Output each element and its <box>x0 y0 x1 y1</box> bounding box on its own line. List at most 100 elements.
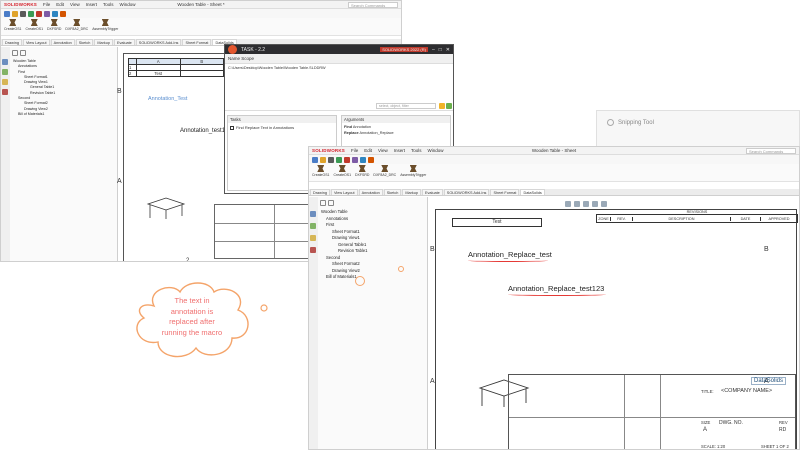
macro-button-4[interactable]: DXF8A2_DRC <box>65 19 88 31</box>
tab-sketch[interactable]: Sketch <box>75 39 94 45</box>
general-table[interactable]: Test <box>452 218 542 227</box>
sum-icon[interactable] <box>360 156 366 163</box>
undo-icon[interactable] <box>36 10 42 17</box>
replace-value[interactable]: Annotation_Replace <box>359 131 393 135</box>
options-icon[interactable] <box>44 10 50 17</box>
options-icon[interactable] <box>352 156 358 163</box>
macro-button-2[interactable]: CreateOS1 <box>26 19 43 31</box>
tab-drawing[interactable]: Drawing <box>2 39 22 45</box>
menu-view[interactable]: View <box>70 2 80 7</box>
tab-addins[interactable]: SOLIDWORKS Add-Ins <box>443 189 490 195</box>
search-commands-input[interactable]: Search Commands <box>746 147 796 154</box>
macro-button-5[interactable]: AssemblyTrigger <box>92 19 118 31</box>
tab-view-layout[interactable]: View Layout <box>330 189 358 195</box>
table-drawing-view[interactable] <box>144 194 188 220</box>
rev-header: ZONE <box>597 216 611 221</box>
menu-insert[interactable]: Insert <box>86 2 97 7</box>
property-tab-icon[interactable] <box>20 50 26 56</box>
config-manager-icon[interactable] <box>2 79 8 85</box>
new-icon[interactable] <box>4 10 10 17</box>
macro-icon[interactable] <box>60 10 66 17</box>
open-icon[interactable] <box>12 10 18 17</box>
property-manager-icon[interactable] <box>310 223 316 229</box>
tab-evaluate[interactable]: Evaluate <box>422 189 443 195</box>
tree-tab-icon[interactable] <box>12 50 18 56</box>
new-icon[interactable] <box>312 156 318 163</box>
drawing-sheet: Test REVISIONS ZONE REV. DESCRIPTION DAT… <box>430 209 798 449</box>
menu-file[interactable]: File <box>351 148 358 153</box>
refresh-icon[interactable] <box>446 102 452 109</box>
rebuild-icon[interactable] <box>336 156 342 163</box>
dim-expert-icon[interactable] <box>2 89 8 95</box>
tab-annotation[interactable]: Annotation <box>50 39 75 45</box>
menu-tools[interactable]: Tools <box>103 2 114 7</box>
close-icon[interactable]: ✕ <box>446 47 450 53</box>
sum-icon[interactable] <box>52 10 58 17</box>
macro-icon[interactable] <box>368 156 374 163</box>
tab-view-layout[interactable]: View Layout <box>22 39 50 45</box>
menu-edit[interactable]: Edit <box>364 148 372 153</box>
menu-file[interactable]: File <box>43 2 50 7</box>
section-view-icon[interactable] <box>592 201 598 207</box>
display-style-icon[interactable] <box>601 201 607 207</box>
tab-markup[interactable]: Markup <box>402 189 421 195</box>
save-icon[interactable] <box>20 10 26 17</box>
general-table[interactable]: A B 1 2 Test <box>128 58 224 77</box>
task-item[interactable]: Find Replace Text in Annotations <box>228 123 336 132</box>
macro-button-5[interactable]: AssemblyTrigger <box>400 165 426 177</box>
search-commands-input[interactable]: Search Commands <box>348 1 398 8</box>
zoom-fit-icon[interactable] <box>565 201 571 207</box>
previous-view-icon[interactable] <box>583 201 589 207</box>
property-manager-icon[interactable] <box>2 69 8 75</box>
macro-button-1[interactable]: CreateOS1 <box>4 19 22 31</box>
tab-addins[interactable]: SOLIDWORKS Add-Ins <box>135 39 182 45</box>
filter-input[interactable]: select, object, filter <box>376 102 436 109</box>
row-number: 1 <box>129 65 137 70</box>
macro-button-4[interactable]: DXF8A2_DRC <box>373 165 396 177</box>
annotation-text[interactable]: Annotation_Replace_test123 <box>508 284 604 293</box>
macro-button-3[interactable]: DXFSRD <box>47 19 61 31</box>
dim-expert-icon[interactable] <box>310 247 316 253</box>
scissors-icon <box>607 119 614 126</box>
menu-view[interactable]: View <box>378 148 388 153</box>
zoom-area-icon[interactable] <box>574 201 580 207</box>
open-icon[interactable] <box>320 156 326 163</box>
save-icon[interactable] <box>328 156 334 163</box>
zone-label-a: A <box>117 178 122 185</box>
argument-row: Replace Annotation_Replace <box>344 131 394 135</box>
tree-item[interactable]: Bill of Materials1 <box>13 112 117 117</box>
folder-icon[interactable] <box>439 102 445 109</box>
menu-insert[interactable]: Insert <box>394 148 405 153</box>
macro-button-2[interactable]: CreateOS1 <box>334 165 351 177</box>
property-tab-icon[interactable] <box>328 200 334 206</box>
tree-item[interactable]: Bill of Materials1 <box>321 274 427 281</box>
macro-button-1[interactable]: CreateOS1 <box>312 165 330 177</box>
annotation-text[interactable]: Annotation_Replace_test <box>468 250 552 259</box>
tab-sheet-format[interactable]: Sheet Format <box>490 189 520 195</box>
menu-window[interactable]: Window <box>428 148 444 153</box>
menu-edit[interactable]: Edit <box>56 2 64 7</box>
undo-icon[interactable] <box>344 156 350 163</box>
file-path[interactable]: C:\Users\Desktop\Wooden Table\Wooden Tab… <box>225 64 453 72</box>
rebuild-icon[interactable] <box>28 10 34 17</box>
minimize-icon[interactable]: – <box>432 47 435 53</box>
tab-evaluate[interactable]: Evaluate <box>114 39 135 45</box>
tree-tab-icon[interactable] <box>320 200 326 206</box>
tab-annotation[interactable]: Annotation <box>358 189 383 195</box>
tab-datasolids[interactable]: DataSolids <box>520 189 545 195</box>
tab-sheet-format[interactable]: Sheet Format <box>182 39 212 45</box>
menu-window[interactable]: Window <box>120 2 136 7</box>
maximize-icon[interactable]: □ <box>439 47 442 53</box>
revision-table[interactable]: REVISIONS ZONE REV. DESCRIPTION DATE APP… <box>596 210 798 223</box>
feature-manager-icon[interactable] <box>2 59 8 65</box>
checkbox-icon[interactable] <box>230 125 234 130</box>
find-value[interactable]: Annotation <box>353 125 371 129</box>
macro-button-3[interactable]: DXFSRD <box>355 165 369 177</box>
tab-drawing[interactable]: Drawing <box>310 189 330 195</box>
annotation-text[interactable]: Annotation_Test <box>148 96 187 102</box>
feature-manager-icon[interactable] <box>310 211 316 217</box>
config-manager-icon[interactable] <box>310 235 316 241</box>
menu-tools[interactable]: Tools <box>411 148 422 153</box>
tab-markup[interactable]: Markup <box>94 39 113 45</box>
tab-sketch[interactable]: Sketch <box>383 189 402 195</box>
